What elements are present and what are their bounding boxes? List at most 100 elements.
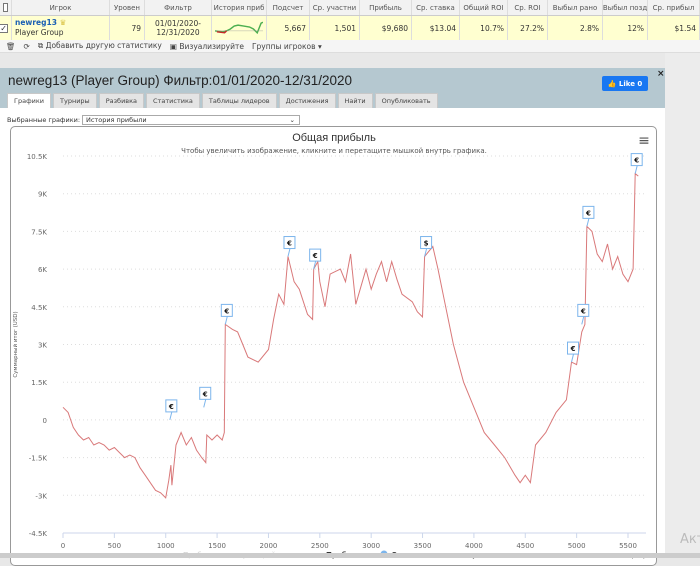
x-tick-label: 5000 <box>568 542 586 550</box>
table-header: Игрок Уровен Фильтр История приб Подсчет… <box>0 0 700 16</box>
award-icon: ♛ <box>59 18 67 27</box>
add-stat-button[interactable]: ⧉ Добавить другую статистику <box>38 41 162 51</box>
win-flag-pole <box>571 353 574 363</box>
col-filter[interactable]: Фильтр <box>145 0 212 15</box>
col-total-roi[interactable]: Общий ROI <box>460 0 508 15</box>
trash-icon[interactable]: 🗑 <box>6 42 16 51</box>
x-tick-label: 4000 <box>465 542 483 550</box>
select-all-checkbox[interactable] <box>0 0 12 15</box>
avg-stake-value: $13.04 <box>412 16 460 40</box>
win-flag-pole <box>586 218 590 227</box>
panel-header: newreg13 (Player Group) Фильтр:01/01/202… <box>0 68 665 108</box>
x-tick-label: 4500 <box>516 542 534 550</box>
y-tick-label: -1.5K <box>29 455 48 463</box>
x-tick-label: 2500 <box>311 542 329 550</box>
background-area <box>665 53 700 558</box>
total-roi-value: 10.7% <box>460 16 508 40</box>
count-value: 5,667 <box>267 16 310 40</box>
y-tick-label: 9K <box>38 191 47 199</box>
chart-container[interactable]: Общая прибыль Чтобы увеличить изображение… <box>10 126 657 566</box>
y-tick-label: 7.5K <box>31 228 47 236</box>
tab-achievements[interactable]: Достижения <box>278 93 336 108</box>
col-avg-profit[interactable]: Ср. прибыл <box>648 0 700 15</box>
col-avg-roi[interactable]: Ср. ROI <box>508 0 548 15</box>
filter-value: 01/01/2020-12/31/2020 <box>145 16 212 40</box>
x-tick-label: 2000 <box>260 542 278 550</box>
y-tick-label: -4.5K <box>29 530 48 538</box>
tab-charts[interactable]: Графики <box>7 93 52 108</box>
y-tick-label: 6K <box>38 266 47 274</box>
chart-subtitle: Чтобы увеличить изображение, кликните и … <box>181 147 487 155</box>
y-tick-label: 0 <box>43 417 47 425</box>
tab-publish[interactable]: Опубликовать <box>374 93 438 108</box>
win-flag-symbol: € <box>633 157 639 165</box>
panel-tabs: Графики Турниры Разбивка Статистика Табл… <box>7 93 438 108</box>
win-flag-pole <box>169 411 173 421</box>
win-flag-pole <box>287 248 291 257</box>
visualize-button[interactable]: ▣ Визуализируйте <box>170 42 244 51</box>
win-flag-symbol: € <box>580 307 586 315</box>
chevron-down-icon: ⌄ <box>289 116 295 124</box>
close-icon[interactable]: × <box>657 69 665 79</box>
col-early[interactable]: Выбыл рано <box>548 0 603 15</box>
win-flag-pole <box>224 316 228 325</box>
win-flag-symbol: € <box>312 252 318 260</box>
profit-sparkline[interactable] <box>212 16 267 40</box>
y-tick-label: 1.5K <box>31 379 47 387</box>
level-value: 79 <box>110 16 145 40</box>
player-groups-dropdown[interactable]: Группы игроков ▾ <box>252 42 322 51</box>
avg-roi-value: 27.2% <box>508 16 548 40</box>
avg-entrants-value: 1,501 <box>310 16 360 40</box>
tab-tournaments[interactable]: Турниры <box>53 93 97 108</box>
player-table: Игрок Уровен Фильтр История приб Подсчет… <box>0 0 700 40</box>
menu-icon[interactable]: ≡ <box>638 133 650 149</box>
y-axis-title: Суммарный итог (USD) <box>12 311 19 377</box>
tab-statistics[interactable]: Статистика <box>146 93 200 108</box>
profit-value: $9,680 <box>360 16 412 40</box>
win-flag-symbol: $ <box>424 240 429 248</box>
col-late[interactable]: Выбыл позд <box>603 0 648 15</box>
win-flag-pole <box>634 165 638 174</box>
col-count[interactable]: Подсчет <box>267 0 310 15</box>
win-flag-symbol: € <box>168 403 174 411</box>
table-toolbar: 🗑 ⟳ ⧉ Добавить другую статистику ▣ Визуа… <box>0 40 700 53</box>
image-icon: ▣ <box>169 41 177 51</box>
col-avg-stake[interactable]: Ср. ставка <box>412 0 460 15</box>
win-flag-pole <box>581 316 585 325</box>
facebook-like-button[interactable]: 👍 Like 0 <box>602 76 648 91</box>
player-link[interactable]: newreg13 ♛ <box>15 18 66 28</box>
col-avg-entrants[interactable]: Ср. участни <box>310 0 360 15</box>
player-panel: newreg13 (Player Group) Фильтр:01/01/202… <box>0 68 665 566</box>
chart-select-label: Выбранные графики: <box>7 116 81 124</box>
x-tick-label: 1000 <box>157 542 175 550</box>
tab-find[interactable]: Найти <box>337 93 373 108</box>
tab-breakdown[interactable]: Разбивка <box>98 93 145 108</box>
col-profit[interactable]: Прибыль <box>360 0 412 15</box>
x-tick-label: 0 <box>61 542 65 550</box>
table-row[interactable]: ✓ newreg13 ♛ Player Group 79 01/01/2020-… <box>0 16 700 40</box>
col-player[interactable]: Игрок <box>12 0 110 15</box>
y-tick-label: 3K <box>38 342 47 350</box>
refresh-icon[interactable]: ⟳ <box>24 42 30 51</box>
col-history[interactable]: История приб <box>212 0 267 15</box>
col-level[interactable]: Уровен <box>110 0 145 15</box>
x-tick-label: 1500 <box>208 542 226 550</box>
tab-leaderboards[interactable]: Таблицы лидеров <box>201 93 277 108</box>
activation-watermark: Акт <box>680 532 700 547</box>
profit-chart[interactable]: Общая прибыль Чтобы увеличить изображение… <box>11 127 657 566</box>
win-flag-symbol: € <box>570 345 576 353</box>
y-tick-label: 10.5K <box>27 153 48 161</box>
y-tick-label: 4.5K <box>31 304 47 312</box>
late-value: 12% <box>603 16 648 40</box>
x-tick-label: 3500 <box>414 542 432 550</box>
win-flag-pole <box>203 399 207 408</box>
x-tick-label: 5500 <box>619 542 637 550</box>
win-flag-symbol: € <box>202 390 208 398</box>
scrollbar[interactable] <box>0 553 700 558</box>
chart-title: Общая прибыль <box>292 132 376 144</box>
chart-select[interactable]: История прибыли ⌄ <box>82 115 300 125</box>
y-tick-label: -3K <box>35 492 47 500</box>
win-flag-symbol: € <box>585 209 591 217</box>
panel-title: newreg13 (Player Group) Фильтр:01/01/202… <box>8 73 353 88</box>
row-checkbox[interactable]: ✓ <box>0 16 12 40</box>
